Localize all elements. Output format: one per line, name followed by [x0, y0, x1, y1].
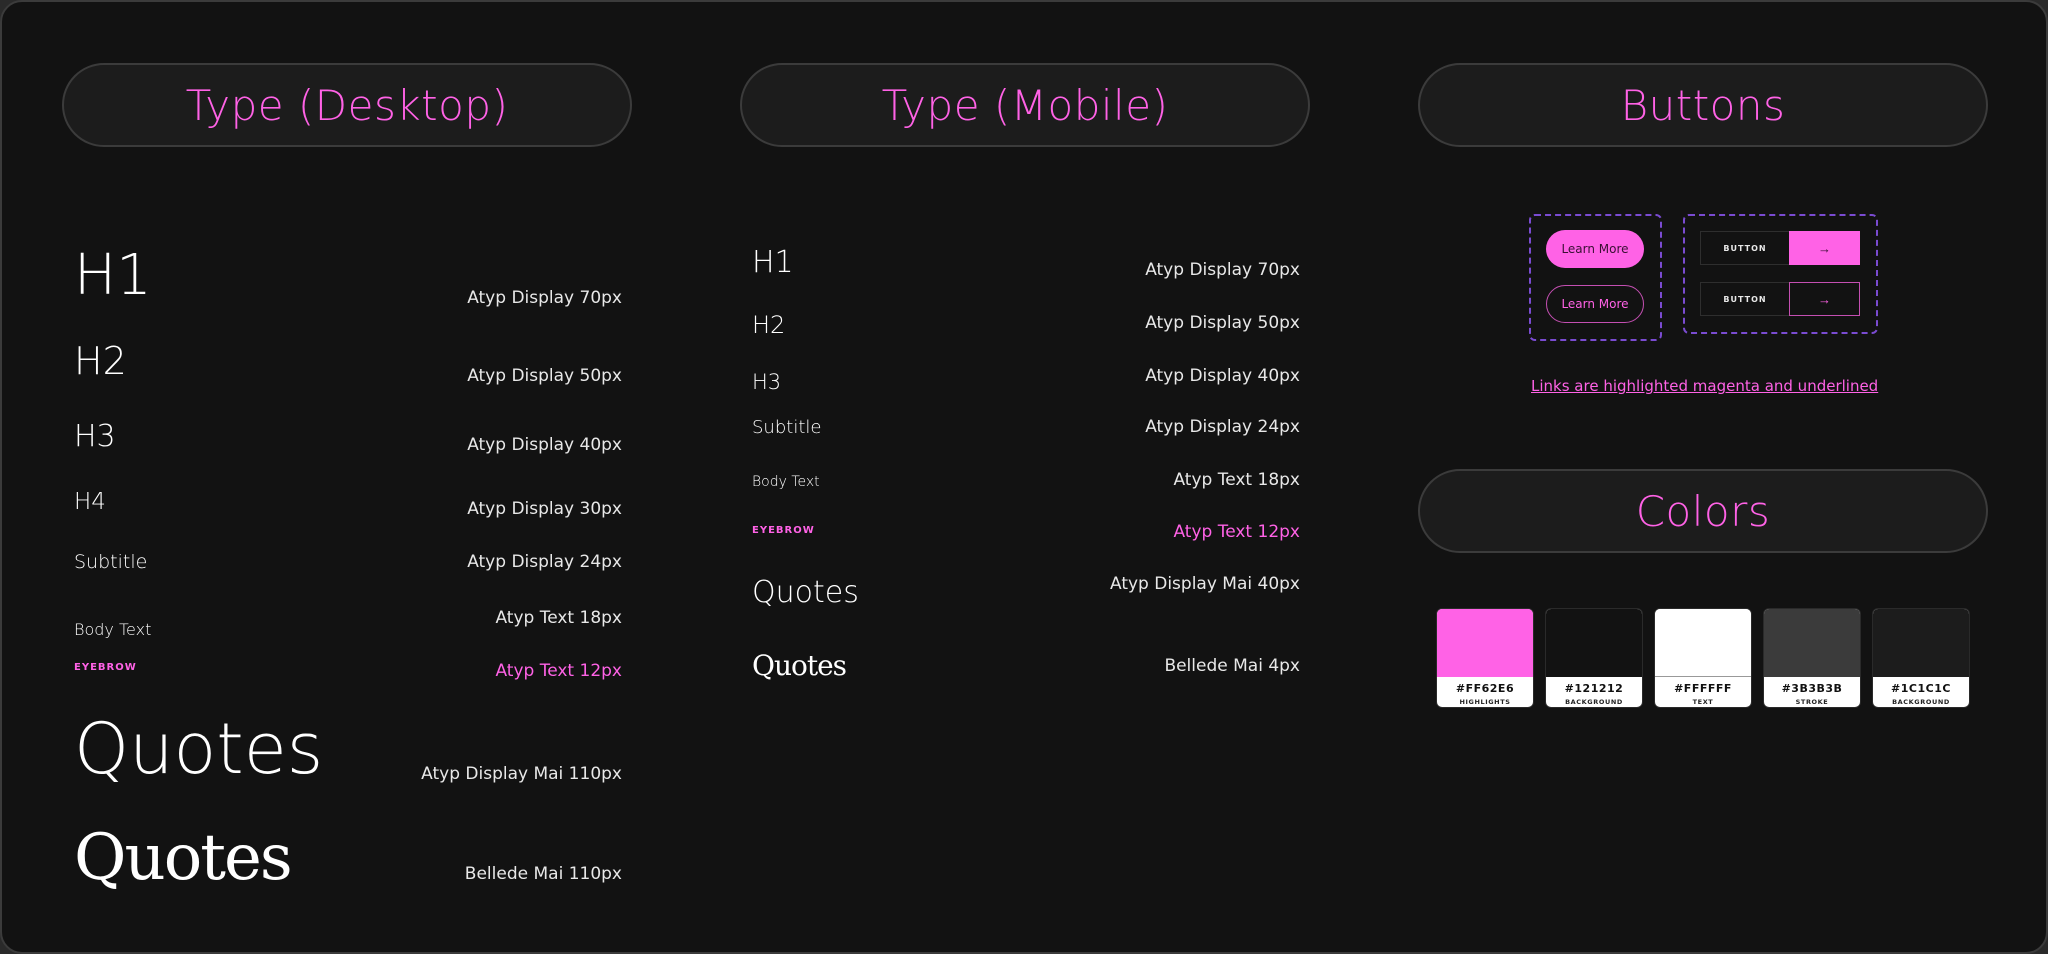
style-guide-frame: Type (Desktop) Type (Mobile) Buttons Col… — [0, 0, 2048, 954]
button-label: BUTTON — [1700, 231, 1789, 265]
color-chip — [1873, 609, 1969, 677]
type-sample: H2 — [74, 339, 127, 383]
button-label: Learn More — [1561, 297, 1629, 311]
type-spec: Bellede Mai 110px — [464, 864, 622, 884]
section-title: Type (Desktop) — [185, 80, 509, 130]
type-spec: Atyp Text 18px — [495, 608, 622, 628]
type-sample: Body Text — [74, 620, 152, 639]
color-swatch-background-alt: #1C1C1C BACKGROUND — [1872, 608, 1970, 708]
type-spec: Atyp Display 40px — [1145, 366, 1300, 386]
sample-link[interactable]: Links are highlighted magenta and underl… — [1531, 377, 1878, 395]
section-title: Buttons — [1620, 80, 1786, 130]
arrow-right-icon: → — [1789, 282, 1860, 316]
color-hex: #3B3B3B — [1781, 682, 1843, 695]
type-sample: Subtitle — [74, 551, 148, 573]
type-sample: H3 — [752, 370, 782, 394]
type-spec: Atyp Display 70px — [1145, 260, 1300, 280]
type-spec: Atyp Display Mai 40px — [1109, 574, 1300, 594]
color-name: HIGHLIGHTS — [1459, 698, 1511, 706]
type-sample: H4 — [74, 489, 106, 515]
type-spec: Atyp Display 40px — [467, 435, 622, 455]
color-name: BACKGROUND — [1565, 698, 1623, 706]
color-hex: #FF62E6 — [1455, 682, 1515, 695]
section-header-colors: Colors — [1418, 469, 1988, 553]
section-header-type-desktop: Type (Desktop) — [62, 63, 632, 147]
color-chip — [1546, 609, 1642, 677]
type-spec: Atyp Display 24px — [467, 552, 622, 572]
type-spec: Atyp Display 30px — [467, 499, 622, 519]
type-sample: Subtitle — [752, 417, 822, 438]
type-sample: Quotes — [74, 821, 293, 895]
color-name: BACKGROUND — [1892, 698, 1950, 706]
color-swatch-stroke: #3B3B3B STROKE — [1763, 608, 1861, 708]
type-spec: Atyp Text 18px — [1173, 470, 1300, 490]
section-title: Type (Mobile) — [881, 80, 1169, 130]
color-chip — [1764, 609, 1860, 677]
color-swatch-text: #FFFFFF TEXT — [1654, 608, 1752, 708]
type-sample: Quotes — [752, 649, 847, 682]
type-spec: Atyp Display 24px — [1145, 417, 1300, 437]
learn-more-filled-button[interactable]: Learn More — [1546, 230, 1644, 268]
learn-more-outline-button[interactable]: Learn More — [1546, 285, 1644, 323]
section-header-type-mobile: Type (Mobile) — [740, 63, 1310, 147]
type-spec: Atyp Display 50px — [1145, 313, 1300, 333]
type-sample: H1 — [74, 243, 152, 308]
type-sample: Quotes — [752, 575, 859, 610]
button-label: BUTTON — [1700, 282, 1789, 316]
color-hex: #1C1C1C — [1891, 682, 1951, 695]
type-sample: Quotes — [74, 708, 324, 790]
type-spec: Atyp Display Mai 110px — [421, 764, 622, 784]
color-hex: #121212 — [1564, 682, 1624, 695]
type-sample: H1 — [752, 245, 794, 280]
type-sample: EYEBROW — [74, 662, 137, 673]
type-sample: Body Text — [752, 474, 820, 490]
section-header-buttons: Buttons — [1418, 63, 1988, 147]
color-chip — [1437, 609, 1533, 677]
type-spec: Bellede Mai 4px — [1164, 656, 1300, 676]
split-button-outline[interactable]: BUTTON → — [1700, 282, 1860, 316]
button-label: Learn More — [1561, 242, 1629, 256]
color-chip — [1655, 609, 1751, 677]
color-hex: #FFFFFF — [1674, 682, 1732, 695]
type-spec: Atyp Text 12px — [1173, 522, 1300, 542]
type-sample: EYEBROW — [752, 525, 815, 536]
color-swatch-background: #121212 BACKGROUND — [1545, 608, 1643, 708]
type-spec: Atyp Text 12px — [495, 661, 622, 681]
split-button-filled[interactable]: BUTTON → — [1700, 231, 1860, 265]
type-spec: Atyp Display 50px — [467, 366, 622, 386]
color-name: TEXT — [1692, 698, 1714, 706]
section-title: Colors — [1635, 486, 1771, 536]
type-sample: H2 — [752, 311, 786, 339]
type-sample: H3 — [74, 419, 116, 454]
arrow-right-icon: → — [1789, 231, 1860, 265]
color-swatch-highlights: #FF62E6 HIGHLIGHTS — [1436, 608, 1534, 708]
type-spec: Atyp Display 70px — [467, 288, 622, 308]
color-name: STROKE — [1795, 698, 1829, 706]
